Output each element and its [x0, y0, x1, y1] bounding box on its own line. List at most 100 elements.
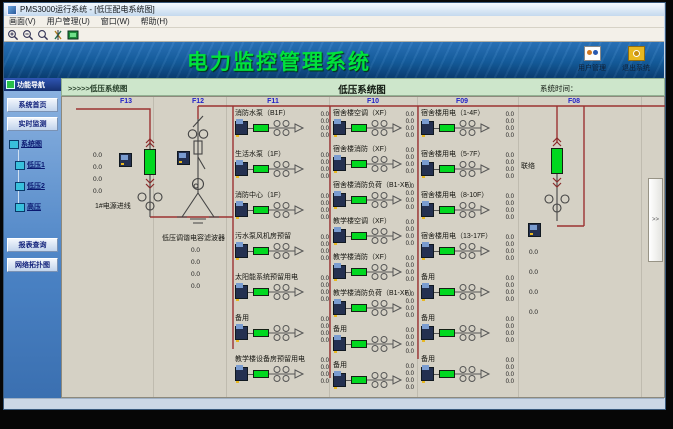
feeder-branch-row: 宿舍楼空调（XF） 0.00.00.00.0 [333, 107, 415, 143]
screen-icon[interactable] [67, 29, 79, 41]
meter-icon[interactable] [333, 193, 346, 207]
telemetry-value: 0.0 [321, 317, 329, 324]
branch-label: 备用 [421, 272, 435, 282]
sidebar-tree-system-diagram[interactable]: 系统图 [9, 139, 42, 149]
meter-icon[interactable] [119, 153, 132, 167]
breaker-icon[interactable] [351, 124, 367, 132]
meter-icon[interactable] [333, 265, 346, 279]
telemetry-value: 0.0 [321, 126, 329, 133]
meter-icon[interactable] [333, 373, 346, 387]
branch-label: 教学楼设备房预留用电 [235, 354, 305, 364]
zoom-fit-icon[interactable] [37, 29, 49, 41]
telemetry-value: 0.0 [506, 379, 514, 386]
breaker-icon[interactable] [351, 376, 367, 384]
telemetry-value: 0.0 [321, 174, 329, 181]
sidebar-item-network-topology[interactable]: 网络拓扑图 [7, 258, 58, 272]
meter-icon[interactable] [421, 121, 434, 135]
meter-icon[interactable] [177, 151, 190, 165]
telemetry-value: 0.0 [321, 338, 329, 345]
telemetry-value: 0.0 [406, 263, 414, 270]
breaker-icon[interactable] [439, 329, 455, 337]
meter-icon[interactable] [528, 223, 541, 237]
meter-icon[interactable] [235, 244, 248, 258]
breaker-icon[interactable] [253, 124, 269, 132]
branch-symbols [333, 262, 403, 282]
telemetry-value: 0.0 [506, 297, 514, 304]
breaker-icon[interactable] [253, 329, 269, 337]
breaker-icon[interactable] [439, 206, 455, 214]
screen: PMS3000运行系统 - [低压配电系统图] 画面(V) 用户管理(U) 窗口… [0, 0, 673, 429]
meter-icon[interactable] [235, 203, 248, 217]
sidebar-item-home[interactable]: 系统首页 [7, 98, 58, 112]
branch-telemetry-values: 0.00.00.00.0 [506, 112, 514, 140]
telemetry-value: 0.0 [406, 133, 414, 140]
breaker-icon[interactable] [439, 370, 455, 378]
meter-icon[interactable] [421, 285, 434, 299]
breaker-icon[interactable] [253, 165, 269, 173]
breaker-icon[interactable] [439, 247, 455, 255]
title-bar[interactable]: PMS3000运行系统 - [低压配电系统图] [4, 3, 664, 16]
telemetry-value: 0.0 [191, 257, 200, 269]
meter-icon[interactable] [333, 157, 346, 171]
menu-item-help[interactable]: 帮助(H) [141, 16, 168, 27]
sidebar-item-reports[interactable]: 报表查询 [7, 238, 58, 252]
breaker-icon[interactable] [351, 304, 367, 312]
telemetry-value: 0.0 [506, 235, 514, 242]
meter-icon[interactable] [235, 326, 248, 340]
menu-item-window[interactable]: 窗口(W) [101, 16, 130, 27]
user-management-button[interactable]: 用户管理 [570, 46, 614, 73]
meter-icon[interactable] [235, 285, 248, 299]
mark-icon[interactable] [52, 29, 64, 41]
meter-icon[interactable] [333, 301, 346, 315]
oneline-diagram-canvas: F13 F12 F11 F10 F09 F08 [61, 96, 665, 398]
feeder-branch-row: 污水泵风机房预留 0.00.00.00.0 [235, 230, 330, 271]
meter-icon[interactable] [235, 367, 248, 381]
zoom-in-icon[interactable] [7, 29, 19, 41]
ct-and-arrow-icon [269, 323, 305, 343]
menu-item-user-management[interactable]: 用户管理(U) [47, 16, 90, 27]
breaker-icon[interactable] [351, 232, 367, 240]
breaker-icon[interactable] [351, 268, 367, 276]
f12-telemetry-values: 0.00.00.00.0 [191, 245, 200, 293]
meter-icon[interactable] [333, 229, 346, 243]
branch-telemetry-values: 0.00.00.00.0 [406, 364, 414, 392]
breaker-icon[interactable] [253, 247, 269, 255]
branch-symbols [235, 241, 305, 261]
breaker-icon[interactable] [351, 160, 367, 168]
breaker-icon[interactable] [253, 370, 269, 378]
breaker-f13[interactable] [144, 149, 156, 175]
exit-system-button[interactable]: 退出系统 [614, 46, 658, 73]
breaker-f08-tie[interactable] [551, 148, 563, 174]
breaker-icon[interactable] [351, 196, 367, 204]
telemetry-value: 0.0 [321, 112, 329, 119]
menu-item-view[interactable]: 画面(V) [9, 16, 36, 27]
sidebar-item-realtime-monitor[interactable]: 实时监测 [7, 117, 58, 131]
breaker-icon[interactable] [253, 206, 269, 214]
meter-icon[interactable] [333, 337, 346, 351]
zoom-out-icon[interactable] [22, 29, 34, 41]
telemetry-value: 0.0 [321, 290, 329, 297]
meter-icon[interactable] [421, 326, 434, 340]
ct-and-arrow-icon [367, 370, 403, 390]
meter-icon[interactable] [421, 162, 434, 176]
telemetry-value: 0.0 [406, 349, 414, 356]
meter-icon[interactable] [235, 121, 248, 135]
breaker-icon[interactable] [439, 124, 455, 132]
breaker-icon[interactable] [253, 288, 269, 296]
meter-icon[interactable] [333, 121, 346, 135]
sidebar-tree-lowvoltage-2[interactable]: 低压2 [15, 181, 45, 191]
meter-icon[interactable] [235, 162, 248, 176]
expand-panel-button[interactable]: >> [648, 178, 663, 262]
breaker-icon[interactable] [439, 165, 455, 173]
breaker-icon[interactable] [351, 340, 367, 348]
sidebar-tree-lowvoltage-1[interactable]: 低压1 [15, 160, 45, 170]
sidebar-tree-highvoltage[interactable]: 高压 [15, 202, 41, 212]
breaker-icon[interactable] [439, 288, 455, 296]
ct-and-arrow-icon [455, 118, 491, 138]
feeder-branch-row: 备用 0.00.00.00.0 [421, 353, 515, 394]
branch-symbols [333, 154, 403, 174]
feeder-branch-row: 备用 0.00.00.00.0 [421, 312, 515, 353]
meter-icon[interactable] [421, 203, 434, 217]
meter-icon[interactable] [421, 244, 434, 258]
meter-icon[interactable] [421, 367, 434, 381]
